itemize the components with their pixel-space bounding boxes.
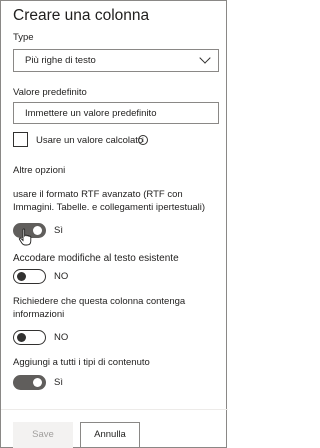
panel-title: Creare una colonna xyxy=(13,7,150,24)
type-dropdown[interactable]: Più righe di testo xyxy=(13,49,219,72)
toggle-knob xyxy=(33,378,42,387)
required-state: NO xyxy=(54,332,69,343)
default-value-input[interactable] xyxy=(14,103,218,124)
append-changes-state: NO xyxy=(54,271,69,282)
all-content-types-toggle[interactable] xyxy=(13,375,46,390)
all-content-types-label: Aggiungi a tutti i tipi di contenuto xyxy=(13,357,150,368)
toggle-knob xyxy=(17,333,26,342)
rtf-label: usare il formato RTF avanzato (RTF con I… xyxy=(13,189,206,213)
required-label: Richiedere che questa colonna contenga i… xyxy=(13,296,186,320)
append-changes-label: Accodare modifiche al testo esistente xyxy=(13,253,179,264)
more-options-heading: Altre opzioni xyxy=(13,165,66,176)
type-dropdown-value: Più righe di testo xyxy=(25,55,96,66)
calculated-value-checkbox[interactable] xyxy=(13,132,28,147)
footer-divider xyxy=(1,409,228,410)
calculated-value-label: Usare un valore calcolato xyxy=(36,135,144,146)
append-changes-toggle[interactable] xyxy=(13,269,46,284)
save-button[interactable]: Save xyxy=(13,422,73,448)
required-toggle[interactable] xyxy=(13,330,46,345)
all-content-types-state: Sì xyxy=(54,377,63,388)
default-value-label: Valore predefinito xyxy=(13,87,87,98)
chevron-down-icon xyxy=(199,52,211,64)
default-value-field-wrapper xyxy=(13,102,219,124)
type-label: Type xyxy=(13,32,34,43)
rtf-toggle-state: Sì xyxy=(54,225,63,236)
create-column-panel: Creare una colonna Type Più righe di tes… xyxy=(0,0,228,448)
toggle-knob xyxy=(33,226,42,235)
info-icon[interactable]: i xyxy=(138,135,148,145)
toggle-knob xyxy=(17,272,26,281)
cancel-button[interactable]: Annulla xyxy=(80,422,140,448)
hand-cursor-icon xyxy=(18,228,32,246)
